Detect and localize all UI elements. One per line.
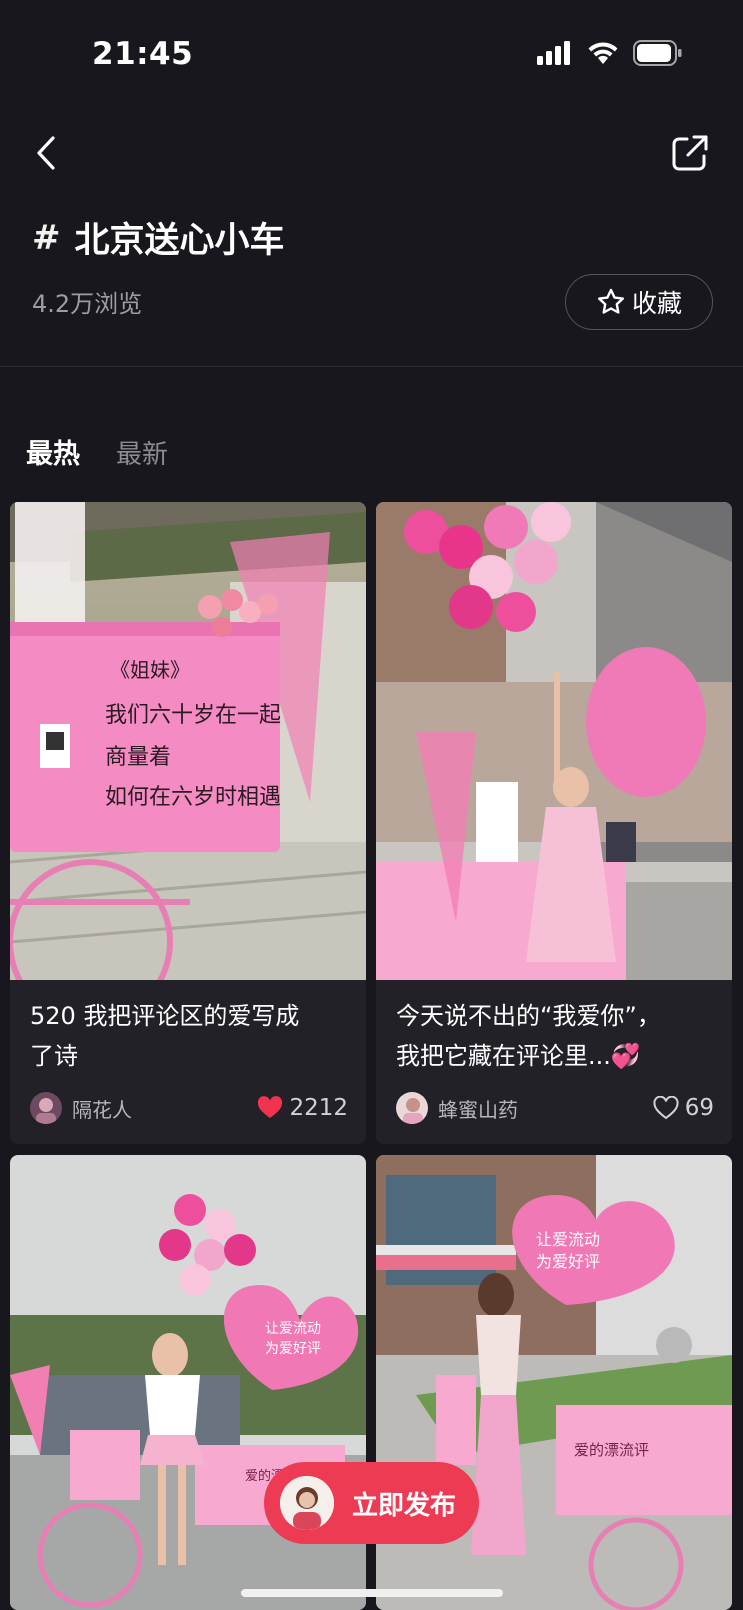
post-meta: 隔花人 2212 (30, 1092, 348, 1124)
post-card[interactable]: 《姐妹》 我们六十岁在一起 商量着 如何在六岁时相遇 520 我把评论区的爱写成… (10, 502, 366, 1144)
image-sign-text: 爱的漂流评 (574, 1441, 649, 1459)
share-icon (672, 135, 708, 171)
hashtag-icon: # (32, 217, 61, 258)
status-time: 21:45 (92, 36, 194, 72)
avatar[interactable] (396, 1092, 428, 1124)
tab-hottest[interactable]: 最热 (26, 432, 80, 471)
status-bar: 21:45 (0, 0, 743, 110)
tab-latest[interactable]: 最新 (116, 434, 168, 471)
author-name[interactable]: 隔花人 (72, 1094, 257, 1123)
like-count: 69 (684, 1095, 714, 1121)
view-count: 4.2万浏览 (32, 290, 143, 318)
favorite-label: 收藏 (631, 289, 682, 318)
topic-page: 21:45 # 北京送心小车 4.2万浏览 收藏 最热 最新 《姐妹》 我们六十… (0, 0, 743, 1610)
share-button[interactable] (665, 128, 715, 178)
heart-outline-icon (653, 1096, 679, 1120)
post-card[interactable]: 今天说不出的“我爱你”， 我把它藏在评论里...💞 蜂蜜山药 69 (376, 502, 732, 1144)
avatar (280, 1476, 334, 1530)
heart-filled-icon (258, 1096, 283, 1118)
status-icons (537, 40, 683, 66)
cellular-signal-icon (537, 41, 570, 65)
post-title: 今天说不出的“我爱你”， 我把它藏在评论里...💞 (396, 1002, 661, 1070)
battery-icon (633, 40, 682, 66)
image-handwriting-line: 我们六十岁在一起 (105, 703, 281, 728)
topic-title-text: 北京送心小车 (74, 221, 285, 261)
post-image: 《姐妹》 我们六十岁在一起 商量着 如何在六岁时相遇 (10, 502, 366, 980)
image-sign-text: 为爱好评 (536, 1252, 600, 1271)
wifi-icon (588, 42, 618, 64)
image-sign-text: 让爱流动 (265, 1321, 321, 1337)
post-meta: 蜂蜜山药 69 (396, 1092, 714, 1124)
publish-button[interactable]: 立即发布 (264, 1462, 479, 1544)
header-divider (0, 366, 743, 367)
topic-title: # 北京送心小车 (32, 212, 285, 263)
favorite-button[interactable]: 收藏 (565, 274, 713, 330)
like-button[interactable]: 69 (653, 1095, 714, 1121)
like-count: 2212 (289, 1095, 348, 1121)
image-sign-text: 让爱流动 (536, 1230, 600, 1249)
chevron-left-icon (37, 136, 55, 170)
image-handwriting-line: 《姐妹》 (110, 658, 190, 682)
author-name[interactable]: 蜂蜜山药 (438, 1094, 653, 1123)
like-button[interactable]: 2212 (257, 1095, 348, 1121)
avatar[interactable] (30, 1092, 62, 1124)
post-image (376, 502, 732, 980)
post-photo (376, 502, 732, 980)
sort-tabs: 最热 最新 (26, 432, 168, 471)
back-button[interactable] (26, 128, 66, 178)
post-photo: 《姐妹》 我们六十岁在一起 商量着 如何在六岁时相遇 (10, 502, 366, 980)
post-title: 520 我把评论区的爱写成 了诗 (30, 1002, 300, 1070)
star-outline-icon (597, 288, 624, 314)
image-handwriting-line: 商量着 (105, 745, 171, 770)
image-sign-text: 为爱好评 (265, 1341, 321, 1357)
publish-label: 立即发布 (352, 1490, 457, 1521)
image-handwriting-line: 如何在六岁时相遇 (105, 785, 281, 810)
home-indicator[interactable] (241, 1589, 503, 1597)
